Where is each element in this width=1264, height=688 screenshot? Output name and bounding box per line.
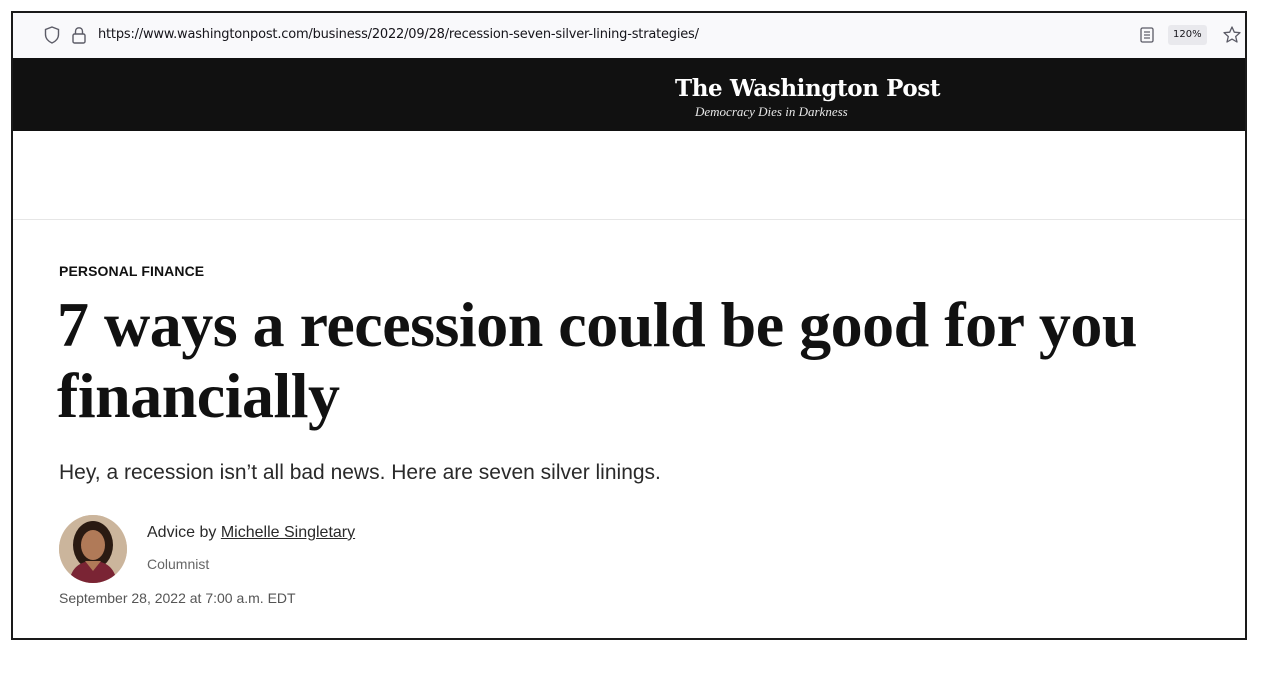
site-logo[interactable]: The Washington Post xyxy=(675,75,941,102)
site-tagline: Democracy Dies in Darkness xyxy=(695,104,848,119)
address-bar[interactable]: https://www.washingtonpost.com/business/… xyxy=(13,13,1245,58)
masthead: The Washington Post Democracy Dies in Da… xyxy=(13,58,1245,131)
shield-icon[interactable] xyxy=(44,26,60,44)
bookmark-star-icon[interactable] xyxy=(1222,25,1242,45)
section-kicker[interactable]: PERSONAL FINANCE xyxy=(59,263,204,279)
article-headline: 7 ways a recession could be good for you… xyxy=(57,289,1137,431)
ad-divider xyxy=(13,219,1245,220)
url-text[interactable]: https://www.washingtonpost.com/business/… xyxy=(98,27,699,42)
author-link[interactable]: Michelle Singletary xyxy=(221,524,355,541)
zoom-level-button[interactable]: 120% xyxy=(1168,25,1207,45)
lock-icon[interactable] xyxy=(71,26,87,44)
byline: Advice by Michelle Singletary xyxy=(147,524,355,542)
browser-window: https://www.washingtonpost.com/business/… xyxy=(11,11,1247,640)
publish-date: September 28, 2022 at 7:00 a.m. EDT xyxy=(59,590,296,606)
author-role: Columnist xyxy=(147,556,210,572)
byline-prefix: Advice by xyxy=(147,524,217,541)
article-dek: Hey, a recession isn’t all bad news. Her… xyxy=(59,461,661,484)
author-avatar[interactable] xyxy=(59,515,127,583)
reader-view-icon[interactable] xyxy=(1140,27,1154,43)
